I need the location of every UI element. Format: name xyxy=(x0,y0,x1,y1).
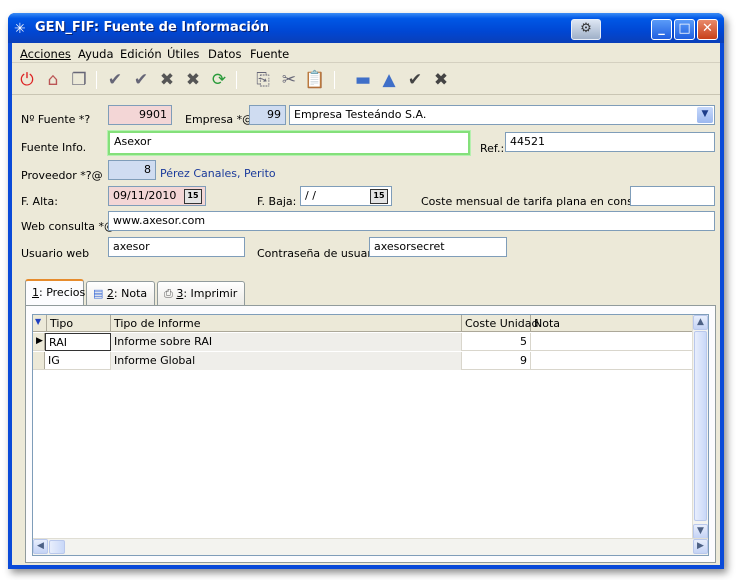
delete-doc-icon[interactable]: ✖ xyxy=(156,69,178,91)
menu-edicion[interactable]: Edición xyxy=(120,47,162,61)
checkmark-icon[interactable]: ✔ xyxy=(404,69,426,91)
cut-icon[interactable]: ✂ xyxy=(278,69,300,91)
table-row[interactable]: ▶ RAI Informe sobre RAI 5 xyxy=(33,333,695,351)
app-window: ✳ GEN_FIF: Fuente de Información ⚙ _ □ ✕… xyxy=(8,13,724,569)
grid-header: ▼ Tipo Tipo de Informe Coste Unidad Nota xyxy=(33,315,695,332)
tab-nota[interactable]: ▤ 2: Nota xyxy=(86,281,155,305)
x-icon[interactable]: ✖ xyxy=(430,69,452,91)
cell-tipo[interactable]: RAI xyxy=(45,333,111,351)
printer-icon: ⎙ xyxy=(164,287,173,300)
minimize-button[interactable]: _ xyxy=(651,19,672,40)
menu-fuente[interactable]: Fuente xyxy=(250,47,289,61)
alta-label: F. Alta: xyxy=(21,195,58,208)
tab-panel-precios: ▼ Tipo Tipo de Informe Coste Unidad Nota… xyxy=(25,305,716,563)
fuente-info-field[interactable]: Asexor xyxy=(108,131,470,155)
usuario-label: Usuario web xyxy=(21,247,90,260)
menu-utiles[interactable]: Útiles xyxy=(167,47,199,61)
special-window-button[interactable]: ⚙ xyxy=(571,19,601,40)
cell-coste[interactable]: 5 xyxy=(462,333,531,351)
up-icon[interactable]: ▲ xyxy=(378,69,400,91)
windows-icon[interactable]: ❐ xyxy=(68,69,90,91)
cell-nota[interactable] xyxy=(531,333,695,351)
vertical-scrollbar[interactable]: ▲ ▼ xyxy=(692,315,708,539)
header-tipo-informe[interactable]: Tipo de Informe xyxy=(111,315,462,332)
empresa-name: Empresa Testeándo S.A. xyxy=(294,108,427,121)
empresa-code-field[interactable]: 99 xyxy=(249,105,286,125)
window-title: GEN_FIF: Fuente de Información xyxy=(35,20,270,35)
table-row[interactable]: IG Informe Global 9 xyxy=(33,352,695,370)
proveedor-label: Proveedor *?@ xyxy=(21,169,103,182)
minus-icon[interactable]: ▬ xyxy=(352,69,374,91)
scroll-down-icon[interactable]: ▼ xyxy=(693,524,708,539)
menu-datos[interactable]: Datos xyxy=(208,47,241,61)
baja-date-field[interactable]: / / 15 xyxy=(300,186,392,206)
menu-ayuda[interactable]: Ayuda xyxy=(78,47,114,61)
check-doc-icon[interactable]: ✔ xyxy=(104,69,126,91)
fuente-label: Nº Fuente *? xyxy=(21,113,91,126)
tab-precios[interactable]: 1: Precios xyxy=(25,279,85,306)
menu-acciones[interactable]: Acciones xyxy=(20,47,71,61)
paste-icon[interactable]: 📋 xyxy=(304,69,326,91)
home-icon[interactable]: ⌂ xyxy=(42,69,64,91)
maximize-button[interactable]: □ xyxy=(674,19,695,40)
fuente-field[interactable]: 9901 xyxy=(108,105,172,125)
sort-icon[interactable]: ▼ xyxy=(33,315,47,332)
cell-nota[interactable] xyxy=(531,352,695,370)
scroll-left-icon[interactable]: ◀ xyxy=(33,539,48,554)
atom-icon: ✳ xyxy=(14,21,26,37)
ref-field[interactable]: 44521 xyxy=(505,132,715,152)
info-label: Fuente Info. xyxy=(21,141,87,154)
empresa-label: Empresa *@ xyxy=(185,113,254,126)
cell-tipo[interactable]: IG xyxy=(45,352,111,370)
alta-date-value: 09/11/2010 xyxy=(113,189,177,202)
tab-imprimir[interactable]: ⎙ 3: Imprimir xyxy=(157,281,245,305)
calendar-icon[interactable]: 15 xyxy=(370,189,388,204)
refresh-icon[interactable]: ⟳ xyxy=(208,69,230,91)
client-area: Acciones Ayuda Edición Útiles Datos Fuen… xyxy=(12,43,720,565)
cell-informe[interactable]: Informe sobre RAI xyxy=(111,333,462,351)
delete-doc-icon[interactable]: ✖ xyxy=(182,69,204,91)
title-bar[interactable]: ✳ GEN_FIF: Fuente de Información ⚙ _ □ ✕ xyxy=(8,13,724,43)
close-button[interactable]: ✕ xyxy=(697,19,718,40)
proveedor-name: Pérez Canales, Perito xyxy=(160,167,276,180)
power-icon[interactable]: ⏻ xyxy=(16,69,38,91)
header-tipo[interactable]: Tipo xyxy=(47,315,111,332)
check-doc-icon[interactable]: ✔ xyxy=(130,69,152,91)
web-field[interactable]: www.axesor.com xyxy=(108,211,715,231)
cell-informe[interactable]: Informe Global xyxy=(111,352,462,370)
usuario-field[interactable]: axesor xyxy=(108,237,245,257)
copy-icon[interactable]: ⎘ xyxy=(252,69,274,91)
notes-icon: ▤ xyxy=(93,287,104,300)
proveedor-code-field[interactable]: 8 xyxy=(108,160,156,180)
coste-mensual-label: Coste mensual de tarifa plana en consult… xyxy=(421,195,660,208)
baja-label: F. Baja: xyxy=(257,195,297,208)
calendar-icon[interactable]: 15 xyxy=(184,189,202,204)
scroll-thumb[interactable] xyxy=(694,331,707,521)
password-field[interactable]: axesorsecret xyxy=(369,237,507,257)
toolbar: ⏻ ⌂ ❐ ✔ ✔ ✖ ✖ ⟳ ⎘ ✂ 📋 ▬ ▲ ✔ ✖ xyxy=(12,63,720,95)
header-nota[interactable]: Nota xyxy=(531,315,695,332)
menu-bar: Acciones Ayuda Edición Útiles Datos Fuen… xyxy=(12,43,720,63)
cell-coste[interactable]: 9 xyxy=(462,352,531,370)
web-label: Web consulta *@ xyxy=(21,220,116,233)
horizontal-scrollbar[interactable]: ◀ ▶ xyxy=(33,538,708,555)
header-coste[interactable]: Coste Unidad xyxy=(462,315,539,332)
ref-label: Ref.: xyxy=(480,142,505,155)
scroll-thumb[interactable] xyxy=(49,540,65,554)
coste-mensual-field[interactable] xyxy=(630,186,715,206)
password-label: Contraseña de usuario xyxy=(257,247,382,260)
chevron-down-icon[interactable]: ▼ xyxy=(697,107,713,123)
empresa-select[interactable]: Empresa Testeándo S.A. ▼ xyxy=(289,105,715,125)
baja-date-value: / / xyxy=(305,189,316,202)
row-pointer-icon: ▶ xyxy=(33,333,45,350)
alta-date-field[interactable]: 09/11/2010 15 xyxy=(108,186,206,206)
prices-grid: ▼ Tipo Tipo de Informe Coste Unidad Nota… xyxy=(32,314,709,556)
scroll-up-icon[interactable]: ▲ xyxy=(693,315,708,330)
scroll-right-icon[interactable]: ▶ xyxy=(693,539,708,554)
